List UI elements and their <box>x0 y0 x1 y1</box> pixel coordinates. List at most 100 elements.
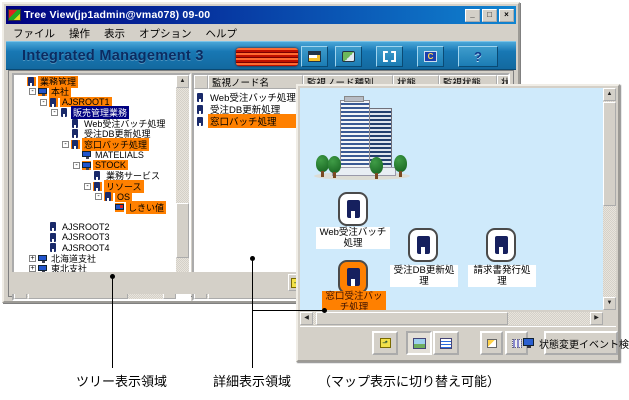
banner-title: Integrated Management 3 <box>22 48 204 64</box>
minimize-button[interactable]: _ <box>465 8 480 22</box>
map-node-窓口受注バッチ処理[interactable] <box>338 260 368 294</box>
new-window-button[interactable] <box>301 46 328 67</box>
title-bar[interactable]: Tree View(jp1admin@vma078) 09-00 _ □ × <box>6 6 516 24</box>
menu-bar: ファイル 操作 表示 オプション ヘルプ <box>6 25 516 41</box>
node-name-cell: 窓口バッチ処理 <box>208 114 299 128</box>
expand-icon[interactable]: + <box>29 254 36 262</box>
list-view-toggle[interactable] <box>433 331 459 355</box>
collapse-icon[interactable]: - <box>29 88 36 96</box>
detail-callout-dot <box>250 256 255 261</box>
menu-item-3[interactable]: オプション <box>132 25 199 42</box>
tree-item-MATELIALS[interactable]: MATELIALS <box>14 150 176 161</box>
console-button[interactable]: C <box>417 46 444 67</box>
list-view-icon <box>440 337 452 349</box>
tree-item-本社[interactable]: - 本社 <box>14 85 176 99</box>
frame-select-button[interactable] <box>376 46 403 67</box>
building-icon <box>49 243 58 253</box>
collapse-icon[interactable]: - <box>95 193 102 201</box>
scroll-down-icon[interactable]: ▼ <box>603 297 616 310</box>
collapse-icon[interactable]: - <box>62 140 69 148</box>
menu-item-0[interactable]: ファイル <box>6 25 62 42</box>
map-node-Web受注バッチ処理[interactable] <box>338 192 368 226</box>
map-hscroll-thumb[interactable] <box>316 312 508 325</box>
menu-item-4[interactable]: ヘルプ <box>199 25 245 42</box>
scroll-right-icon[interactable]: ▶ <box>590 312 603 325</box>
collapse-icon[interactable]: - <box>73 161 80 169</box>
tree-display-area[interactable]: 業務管理 - 本社 - AJSROOT1- 販売管理業務 Web受注バッチ処理 受注DB更新処… <box>12 73 191 301</box>
monitor-icon <box>82 150 91 160</box>
map-view-toggle[interactable] <box>406 331 432 355</box>
help-button[interactable]: ? <box>458 46 498 67</box>
frame-select-icon <box>383 51 396 62</box>
building-icon <box>27 76 36 86</box>
tree-item-AJSROOT2[interactable]: AJSROOT2 <box>14 222 176 233</box>
building-icon <box>71 129 80 139</box>
collapse-icon[interactable]: - <box>51 109 58 117</box>
map-node-請求書発行処理[interactable] <box>486 228 516 262</box>
map-vscrollbar[interactable]: ▲ ▼ <box>603 88 616 310</box>
map-toolbar: ⬏ 状態変更イベント検索 <box>300 326 629 358</box>
scroll-up-icon[interactable]: ▲ <box>176 75 189 88</box>
tree-item-label: AJSROOT2 <box>62 221 110 232</box>
menu-item-2[interactable]: 表示 <box>97 25 132 42</box>
building-icon <box>196 92 205 102</box>
tree-callout-dot <box>110 274 115 279</box>
building-icon <box>60 108 69 118</box>
column-header-0[interactable] <box>194 75 208 89</box>
building-icon <box>49 222 58 232</box>
building-illustration <box>314 96 410 180</box>
close-button[interactable]: × <box>499 8 514 22</box>
scroll-left-icon[interactable]: ◀ <box>300 312 313 325</box>
up-level-icon: ⬏ <box>379 338 391 348</box>
status-change-event-search-button[interactable]: 状態変更イベント検索 <box>523 331 629 355</box>
arrange-button[interactable] <box>480 331 503 355</box>
console-icon: C <box>424 51 437 62</box>
building-icon <box>49 97 58 107</box>
tree-item-AJSROOT3[interactable]: AJSROOT3 <box>14 232 176 243</box>
screenshot-root: Tree View(jp1admin@vma078) 09-00 _ □ × フ… <box>0 0 629 400</box>
tree-vscrollbar[interactable]: ▲ ▼ <box>176 75 189 286</box>
collapse-icon[interactable]: - <box>40 98 47 106</box>
map-hscrollbar[interactable]: ◀ ▶ <box>300 312 603 325</box>
building-icon <box>49 232 58 242</box>
tree-graphic <box>328 156 341 178</box>
map-area-label: （マップ表示に切り替え可能） <box>318 374 501 389</box>
arrange-icon <box>486 338 497 348</box>
map-node-label: 受注DB更新処理 <box>390 265 458 287</box>
monitor-icon <box>38 254 47 263</box>
column-header-1[interactable]: 監視ノード名 <box>208 75 303 89</box>
detail-area-label: 詳細表示領域 <box>213 374 292 389</box>
alert-icon <box>115 202 124 212</box>
map-node-label: Web受注バッチ処理 <box>316 227 390 249</box>
tree-graphic <box>370 157 383 179</box>
tree-vscroll-thumb[interactable] <box>176 203 189 258</box>
map-callout-dot <box>322 308 327 313</box>
building-icon <box>346 200 360 218</box>
monitor-icon <box>82 160 91 170</box>
map-node-受注DB更新処理[interactable] <box>408 228 438 262</box>
monitor-icon <box>38 87 47 97</box>
maximize-button[interactable]: □ <box>482 8 497 22</box>
map-view-window: Web受注バッチ処理 受注DB更新処理 請求書発行処理 窓口受注バッチ処理 ▲ ▼ ◀… <box>296 84 629 362</box>
tree-item-リソース[interactable]: - リソース <box>14 179 176 193</box>
tree-item-業務サービス[interactable]: 業務サービス <box>14 171 176 181</box>
tree-item-しきい値[interactable]: しきい値 <box>14 200 176 214</box>
tree-item-業務管理[interactable]: 業務管理 <box>14 76 176 88</box>
help-icon: ? <box>474 49 482 64</box>
tree-item-窓口バッチ処理[interactable]: - 窓口バッチ処理 <box>14 137 176 151</box>
window-title: Tree View(jp1admin@vma078) 09-00 <box>24 9 211 21</box>
grid-icon <box>511 338 522 348</box>
map-search-button[interactable] <box>335 46 362 67</box>
scroll-up-icon[interactable]: ▲ <box>603 88 616 101</box>
collapse-icon[interactable]: - <box>84 182 91 190</box>
building-icon <box>71 139 80 149</box>
map-vscroll-thumb[interactable] <box>603 102 616 206</box>
menu-item-1[interactable]: 操作 <box>62 25 97 42</box>
tree-graphic <box>394 155 407 177</box>
tree-item-label: しきい値 <box>126 200 167 214</box>
map-node-label: 窓口受注バッチ処理 <box>322 291 386 310</box>
building-icon <box>196 104 205 114</box>
tree-item-北海道支社[interactable]: + 北海道支社 <box>14 253 176 264</box>
up-level-button[interactable]: ⬏ <box>372 331 398 355</box>
map-display-area[interactable]: Web受注バッチ処理 受注DB更新処理 請求書発行処理 窓口受注バッチ処理 <box>300 88 603 310</box>
